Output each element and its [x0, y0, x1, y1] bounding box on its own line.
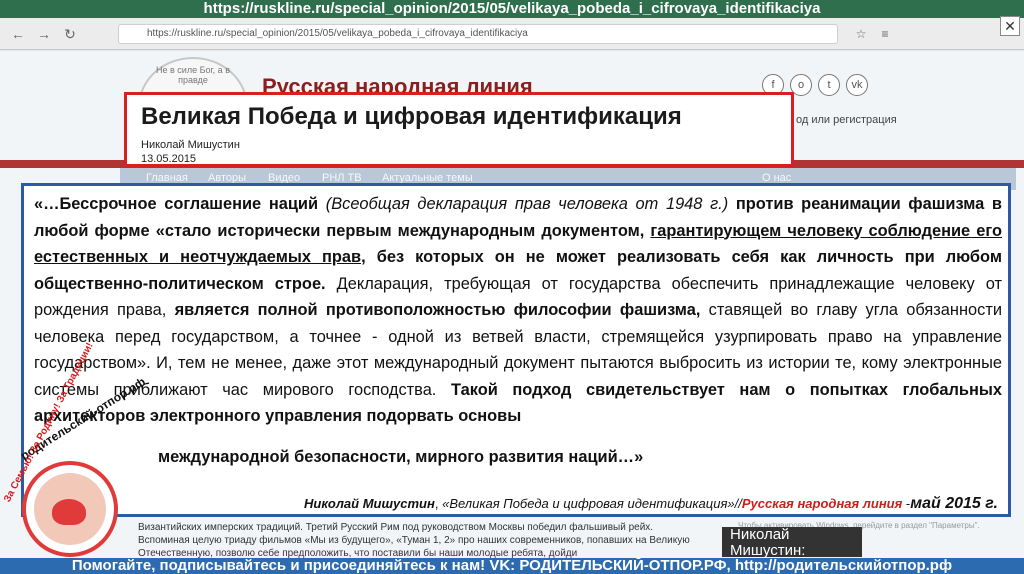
- close-icon[interactable]: ✕: [1000, 16, 1020, 36]
- star-icon[interactable]: ☆: [852, 25, 870, 43]
- attribution-outlet: Русская народная линия: [741, 496, 903, 511]
- article-headline: Великая Победа и цифровая идентификация: [141, 103, 682, 130]
- attribution-separator: ,: [434, 496, 443, 511]
- vk-icon[interactable]: vk: [846, 74, 868, 96]
- heart-icon: [52, 499, 86, 525]
- browser-toolbar: ← → ↻ https://ruskline.ru/special_opinio…: [0, 18, 1024, 50]
- quote-part: «…Бессрочное соглашение наций: [34, 195, 319, 213]
- arrow-right-icon[interactable]: →: [34, 24, 54, 44]
- parent-logo: родительский-отпор.рф За Семью! За Родин…: [0, 341, 148, 574]
- article-title-box: Великая Победа и цифровая идентификация …: [124, 92, 794, 167]
- attribution: Николай Мишустин, «Великая Победа и цифр…: [304, 495, 998, 513]
- side-card[interactable]: Николай Мишустин:: [722, 527, 862, 559]
- article-body-behind: Византийских имперских традиций. Третий …: [138, 522, 690, 559]
- article-author: Николай Мишустин: [141, 139, 240, 151]
- quote-ending: международной безопасности, мирного разв…: [158, 448, 644, 466]
- address-bar[interactable]: https://ruskline.ru/special_opinion/2015…: [118, 24, 838, 44]
- article-date: 13.05.2015: [141, 153, 197, 165]
- bottom-banner: Помогайте, подписывайтесь и присоединяйт…: [0, 558, 1024, 574]
- quote-box: «…Бессрочное соглашение наций (Всеобщая …: [21, 183, 1011, 517]
- quote-text: «…Бессрочное соглашение наций (Всеобщая …: [34, 191, 1002, 430]
- attribution-date: май 2015 г.: [910, 495, 998, 512]
- arrow-left-icon[interactable]: ←: [8, 24, 28, 44]
- quote-part: является полной противоположностью филос…: [174, 301, 701, 319]
- url-banner: https://ruskline.ru/special_opinion/2015…: [0, 0, 1024, 18]
- twitter-icon[interactable]: t: [818, 74, 840, 96]
- reload-icon[interactable]: ↻: [60, 24, 80, 44]
- quote-part: (Всеобщая декларация прав человека от 19…: [325, 195, 729, 213]
- menu-icon[interactable]: ≡: [876, 25, 894, 43]
- attribution-source: «Великая Победа и цифровая идентификация…: [442, 496, 742, 511]
- attribution-name: Николай Мишустин: [303, 496, 435, 511]
- login-link[interactable]: од или регистрация: [796, 114, 897, 126]
